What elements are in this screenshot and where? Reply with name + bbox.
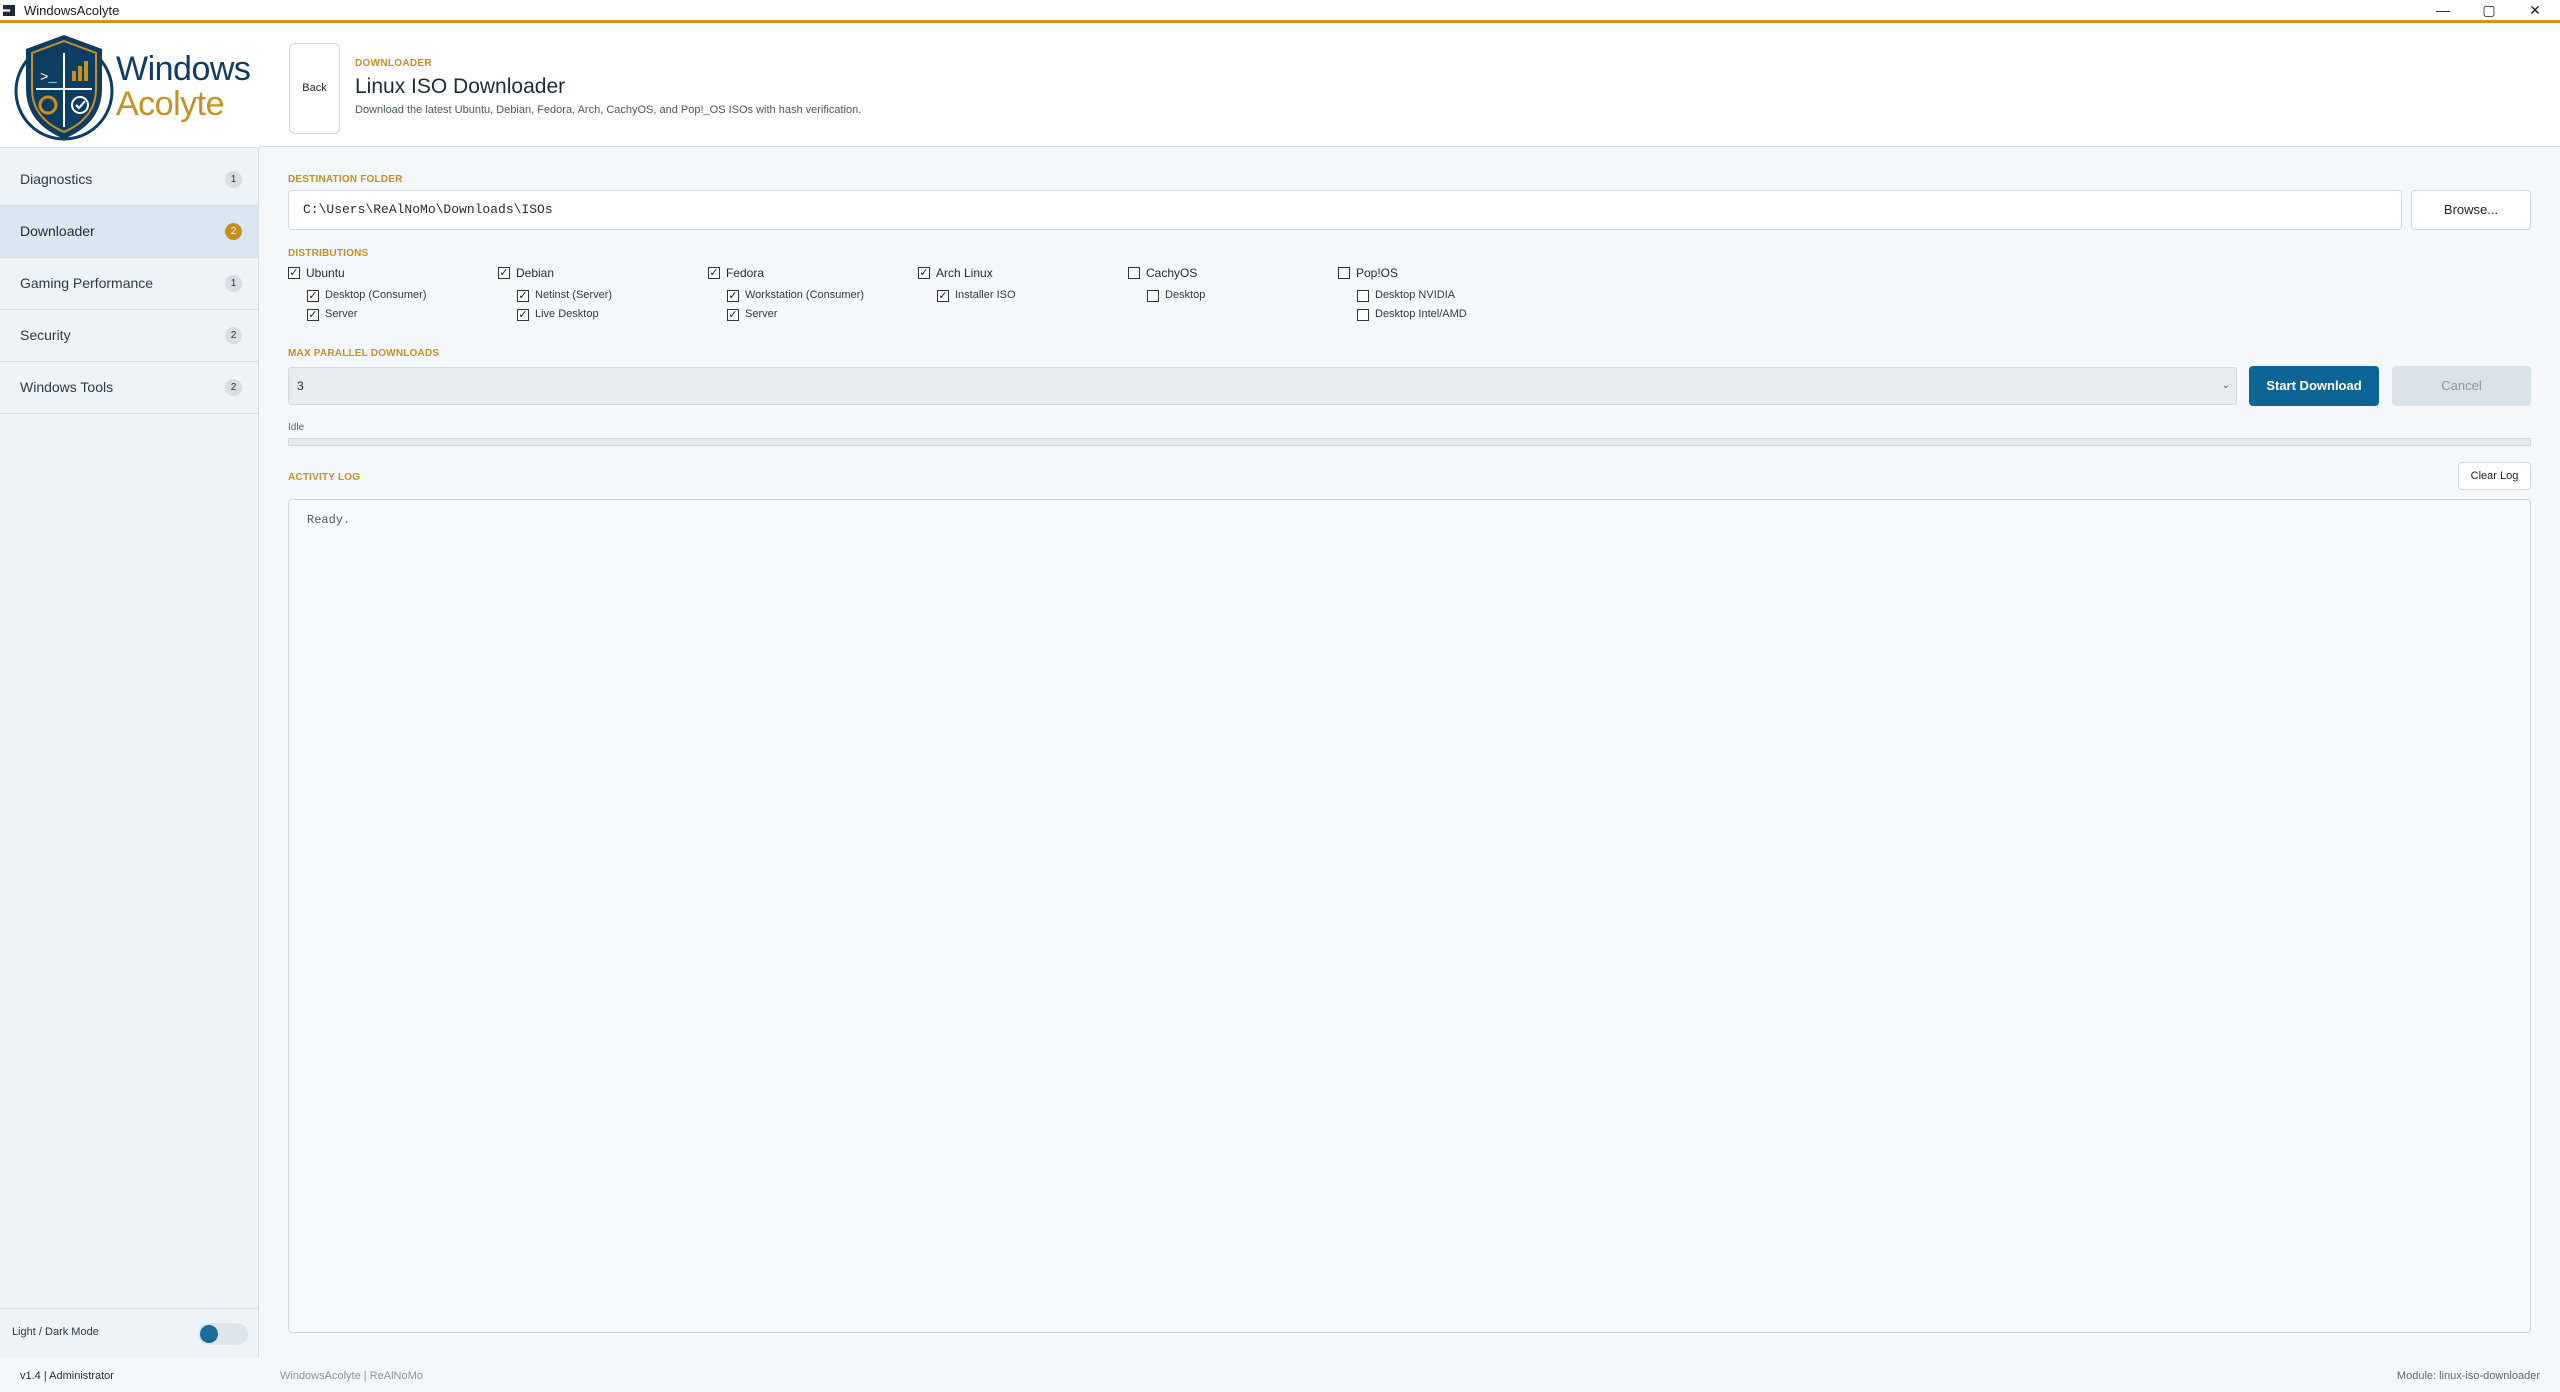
start-download-button[interactable]: Start Download bbox=[2249, 366, 2379, 406]
window-title: WindowsAcolyte bbox=[24, 3, 120, 18]
variant-checkbox[interactable]: ✓ bbox=[307, 290, 319, 302]
svg-text:>_: >_ bbox=[40, 70, 57, 86]
sidebar-item-label: Security bbox=[20, 327, 71, 343]
variant-label: Desktop bbox=[1165, 289, 1206, 301]
variant-checkbox[interactable]: ✓ bbox=[727, 290, 739, 302]
close-button[interactable]: ✕ bbox=[2512, 0, 2558, 20]
variant-label: Server bbox=[745, 308, 778, 320]
minimize-button[interactable]: — bbox=[2420, 0, 2466, 20]
distro-label: Debian bbox=[516, 266, 555, 280]
variant-label: Workstation (Consumer) bbox=[745, 289, 864, 301]
page-subtitle: Download the latest Ubuntu, Debian, Fedo… bbox=[355, 104, 862, 116]
status-text: Idle bbox=[288, 422, 305, 433]
variant-checkbox[interactable]: ✓ bbox=[937, 290, 949, 302]
destination-label: DESTINATION FOLDER bbox=[288, 174, 403, 185]
cancel-button: Cancel bbox=[2392, 366, 2531, 406]
distro-checkbox[interactable] bbox=[1338, 267, 1350, 279]
sidebar-item-windows-tools[interactable]: Windows Tools 2 bbox=[0, 362, 258, 414]
theme-toggle[interactable] bbox=[198, 1323, 248, 1345]
activity-log-label: ACTIVITY LOG bbox=[288, 472, 361, 483]
variant-label: Installer ISO bbox=[955, 289, 1016, 301]
logo: >_ Windows Acolyte bbox=[0, 23, 259, 148]
log-text: Ready. bbox=[307, 513, 351, 527]
theme-toggle-row: Light / Dark Mode bbox=[0, 1308, 258, 1357]
distro-label: CachyOS bbox=[1146, 266, 1198, 280]
status-footer: v1.4 | Administrator WindowsAcolyte | Re… bbox=[0, 1358, 2560, 1392]
count-badge: 1 bbox=[225, 171, 242, 188]
footer-credits: WindowsAcolyte | ReAlNoMo bbox=[280, 1370, 423, 1382]
app-icon bbox=[3, 5, 15, 16]
browse-button[interactable]: Browse... bbox=[2411, 190, 2531, 230]
sidebar-item-gaming-performance[interactable]: Gaming Performance 1 bbox=[0, 258, 258, 310]
page-eyebrow: DOWNLOADER bbox=[355, 58, 432, 69]
sidebar-item-label: Diagnostics bbox=[20, 171, 93, 187]
destination-folder-input[interactable]: C:\Users\ReAlNoMo\Downloads\ISOs bbox=[288, 190, 2402, 230]
distro-checkbox[interactable]: ✓ bbox=[498, 267, 510, 279]
brand-name-line2: Acolyte bbox=[116, 85, 225, 123]
count-badge: 2 bbox=[225, 379, 242, 396]
version-info: v1.4 | Administrator bbox=[20, 1370, 114, 1382]
count-badge: 2 bbox=[225, 223, 242, 240]
distro-label: Arch Linux bbox=[936, 266, 993, 280]
activity-log[interactable]: Ready. bbox=[288, 499, 2531, 1333]
variant-checkbox[interactable]: ✓ bbox=[517, 290, 529, 302]
variant-checkbox[interactable] bbox=[1147, 290, 1159, 302]
distro-checkbox[interactable]: ✓ bbox=[708, 267, 720, 279]
variant-label: Desktop (Consumer) bbox=[325, 289, 427, 301]
back-button[interactable]: Back bbox=[289, 43, 340, 134]
variant-checkbox[interactable]: ✓ bbox=[307, 309, 319, 321]
distro-checkbox[interactable] bbox=[1128, 267, 1140, 279]
sidebar-item-label: Gaming Performance bbox=[20, 275, 154, 291]
count-badge: 2 bbox=[225, 327, 242, 344]
sidebar-item-label: Downloader bbox=[20, 223, 95, 239]
variant-label: Server bbox=[325, 308, 358, 320]
distro-label: Ubuntu bbox=[306, 266, 345, 280]
variant-checkbox[interactable]: ✓ bbox=[517, 309, 529, 321]
distributions-label: DISTRIBUTIONS bbox=[288, 248, 369, 259]
parallel-downloads-label: MAX PARALLEL DOWNLOADS bbox=[288, 348, 440, 359]
page-header: Back DOWNLOADER Linux ISO Downloader Dow… bbox=[259, 23, 2560, 147]
distro-checkbox[interactable]: ✓ bbox=[918, 267, 930, 279]
sidebar-item-security[interactable]: Security 2 bbox=[0, 310, 258, 362]
theme-toggle-label: Light / Dark Mode bbox=[12, 1326, 99, 1338]
parallel-downloads-select[interactable]: 3 ⌄ bbox=[288, 367, 2237, 405]
sidebar: >_ Windows Acolyte Diagnostics 1 Downloa… bbox=[0, 23, 259, 1358]
variant-checkbox[interactable] bbox=[1357, 290, 1369, 302]
variant-checkbox[interactable] bbox=[1357, 309, 1369, 321]
sidebar-item-diagnostics[interactable]: Diagnostics 1 bbox=[0, 154, 258, 206]
sidebar-nav: Diagnostics 1 Downloader 2 Gaming Perfor… bbox=[0, 154, 258, 414]
distro-label: Pop!OS bbox=[1356, 266, 1399, 280]
distro-checkbox[interactable]: ✓ bbox=[288, 267, 300, 279]
page-title: Linux ISO Downloader bbox=[355, 75, 566, 98]
maximize-button[interactable]: ▢ bbox=[2466, 0, 2512, 20]
clear-log-button[interactable]: Clear Log bbox=[2458, 462, 2531, 490]
parallel-downloads-value: 3 bbox=[297, 379, 304, 393]
variant-label: Desktop NVIDIA bbox=[1375, 289, 1456, 301]
variant-label: Desktop Intel/AMD bbox=[1375, 308, 1467, 320]
chevron-down-icon: ⌄ bbox=[2221, 380, 2230, 391]
sidebar-item-downloader[interactable]: Downloader 2 bbox=[0, 206, 258, 258]
count-badge: 1 bbox=[225, 275, 242, 292]
variant-label: Netinst (Server) bbox=[535, 289, 613, 301]
variant-label: Live Desktop bbox=[535, 308, 599, 320]
shield-logo-icon: >_ bbox=[14, 35, 114, 141]
module-info: Module: linux-iso-downloader bbox=[2396, 1370, 2540, 1382]
variant-checkbox[interactable]: ✓ bbox=[727, 309, 739, 321]
toggle-knob bbox=[200, 1325, 218, 1343]
distro-label: Fedora bbox=[726, 266, 765, 280]
title-bar: WindowsAcolyte — ▢ ✕ bbox=[0, 0, 2560, 23]
sidebar-item-label: Windows Tools bbox=[20, 379, 114, 395]
progress-bar bbox=[288, 438, 2531, 446]
brand-name-line1: Windows bbox=[116, 50, 251, 88]
